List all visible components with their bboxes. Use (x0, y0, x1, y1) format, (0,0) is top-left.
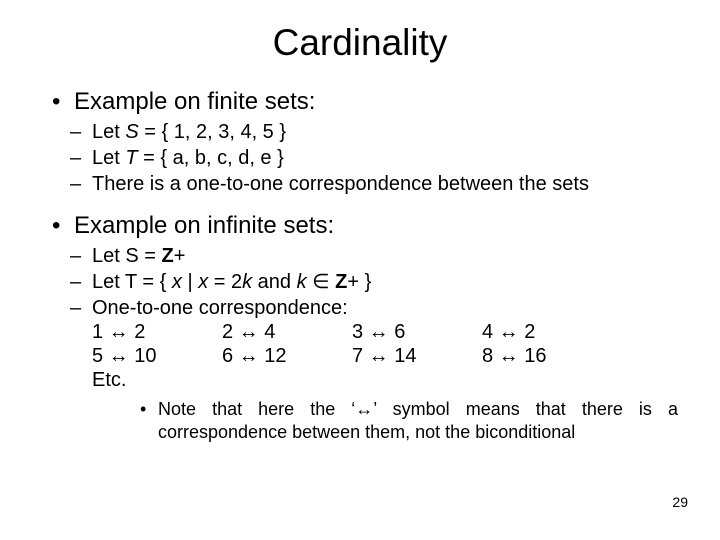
text: One-to-one correspondence: (92, 297, 348, 319)
map-pair: 1 ↔ 2 (92, 320, 222, 344)
note-text: Note that here the ‘↔’ symbol means that… (158, 399, 678, 442)
set-z: Z (335, 271, 347, 293)
map-pair: 4 ↔ 2 (482, 320, 612, 344)
text: | (182, 271, 198, 293)
map-pair: 5 ↔ 10 (92, 344, 222, 368)
set-z: Z (162, 245, 174, 267)
text: There is a one-to-one correspondence bet… (92, 173, 589, 195)
bullet-finite: Example on finite sets: Let S = { 1, 2, … (52, 88, 678, 196)
text: Let (92, 147, 125, 169)
slide-title: Cardinality (42, 22, 678, 64)
map-pair: 6 ↔ 12 (222, 344, 352, 368)
text: = 2 (208, 271, 242, 293)
infinite-set-t: Let T = { x | x = 2k and k ∈ Z+ } (92, 270, 678, 294)
note-list: Note that here the ‘↔’ symbol means that… (92, 398, 678, 443)
var-k: k (297, 271, 307, 293)
map-pair: 2 ↔ 4 (222, 320, 352, 344)
page-number: 29 (672, 494, 688, 510)
mapping-block: 1 ↔ 2 2 ↔ 4 3 ↔ 6 4 ↔ 2 5 ↔ 10 6 ↔ 12 7 … (92, 320, 678, 392)
note-item: Note that here the ‘↔’ symbol means that… (158, 398, 678, 443)
finite-set-s: Let S = { 1, 2, 3, 4, 5 } (92, 120, 678, 144)
infinite-set-s: Let S = Z+ (92, 244, 678, 268)
bullet-infinite: Example on infinite sets: Let S = Z+ Let… (52, 212, 678, 443)
text: and (252, 271, 296, 293)
var-k: k (242, 271, 252, 293)
text: = { 1, 2, 3, 4, 5 } (139, 121, 286, 143)
var-x: x (172, 271, 182, 293)
var-x: x (198, 271, 208, 293)
map-pair: 8 ↔ 16 (482, 344, 612, 368)
bullet-infinite-text: Example on infinite sets: (74, 212, 334, 239)
infinite-sublist: Let S = Z+ Let T = { x | x = 2k and k ∈ … (52, 244, 678, 443)
text: Let (92, 121, 125, 143)
map-pair: 3 ↔ 6 (352, 320, 482, 344)
text: = { a, b, c, d, e } (138, 147, 284, 169)
var-s: S (125, 121, 138, 143)
finite-correspondence: There is a one-to-one correspondence bet… (92, 172, 678, 196)
bullet-finite-text: Example on finite sets: (74, 88, 315, 115)
map-pair: 7 ↔ 14 (352, 344, 482, 368)
text: + (174, 245, 186, 267)
text: Let S = (92, 245, 162, 267)
etc-text: Etc. (92, 368, 678, 392)
text: + } (347, 271, 371, 293)
slide: Cardinality Example on finite sets: Let … (0, 0, 720, 540)
text: Let T = { (92, 271, 172, 293)
finite-sublist: Let S = { 1, 2, 3, 4, 5 } Let T = { a, b… (52, 120, 678, 196)
var-t: T (125, 147, 137, 169)
mapping-row-2: 5 ↔ 10 6 ↔ 12 7 ↔ 14 8 ↔ 16 (92, 344, 612, 368)
infinite-correspondence: One-to-one correspondence: 1 ↔ 2 2 ↔ 4 3… (92, 296, 678, 443)
finite-set-t: Let T = { a, b, c, d, e } (92, 146, 678, 170)
content-list: Example on finite sets: Let S = { 1, 2, … (42, 88, 678, 443)
mapping-row-1: 1 ↔ 2 2 ↔ 4 3 ↔ 6 4 ↔ 2 (92, 320, 612, 344)
element-of-icon: ∈ (307, 271, 336, 293)
